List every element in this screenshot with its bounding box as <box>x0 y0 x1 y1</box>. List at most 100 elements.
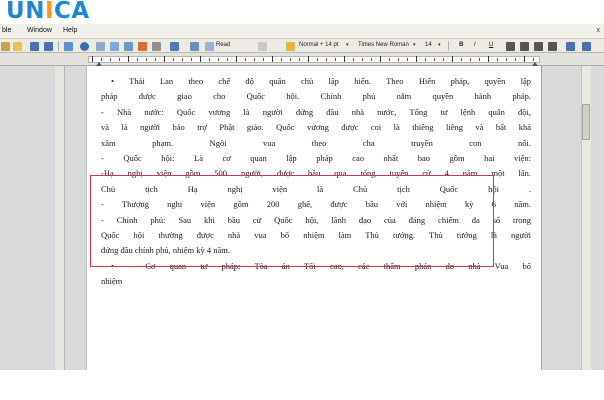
document-line: pháp được giao cho Quốc hội. Chính phủ n… <box>101 91 531 102</box>
ruler-tick <box>281 58 282 61</box>
ruler-tick <box>236 56 237 62</box>
ruler-tick <box>191 58 192 61</box>
ruler-tick <box>254 58 255 61</box>
ruler-tick <box>506 58 507 61</box>
ruler-tick <box>326 58 327 61</box>
ruler-tick <box>524 56 525 62</box>
align-right-icon[interactable] <box>534 42 543 51</box>
frame-bottom <box>0 370 604 400</box>
ruler-tick <box>227 58 228 61</box>
menu-item-window[interactable]: Window <box>27 27 52 34</box>
numbering-icon[interactable] <box>566 42 575 51</box>
vertical-ruler[interactable] <box>55 66 65 370</box>
ruler-tick <box>173 58 174 61</box>
ruler-tick <box>434 58 435 61</box>
document-icon[interactable] <box>258 42 267 51</box>
read-mode-icon <box>205 42 214 51</box>
ruler-tick <box>407 58 408 61</box>
ruler-tick <box>182 58 183 61</box>
columns-icon[interactable] <box>124 42 133 51</box>
ruler-tick <box>290 58 291 61</box>
menu-item-help[interactable]: Help <box>63 27 77 34</box>
ruler-tick <box>110 58 111 61</box>
ruler-tick <box>92 56 93 62</box>
insert-hyperlink-icon[interactable] <box>64 42 73 51</box>
align-center-icon[interactable] <box>520 42 529 51</box>
document-line: • Thái Lan theo chế độ quân chủ lập hiến… <box>111 76 531 86</box>
toolbar-separator <box>58 41 59 51</box>
logo-letter-c: C <box>54 0 72 24</box>
ruler-tick <box>380 56 381 62</box>
ruler-tick <box>470 58 471 61</box>
ruler-tick <box>263 58 264 61</box>
size-dropdown-icon[interactable]: ▾ <box>438 42 441 52</box>
ruler-tick <box>146 58 147 61</box>
ruler-tick <box>119 58 120 61</box>
ruler-tick <box>398 58 399 61</box>
ruler-tick <box>272 56 273 62</box>
ruler-tick <box>533 58 534 61</box>
logo-letter-i: I <box>44 0 54 24</box>
ruler-tick <box>416 56 417 62</box>
formatting-toolbar: Read Normal + 14 pt ▾ Times New Roman ▾ … <box>0 38 604 53</box>
document-line: - Quốc hội: Là cơ quan lập pháp cao nhất… <box>101 152 531 163</box>
ruler-tick <box>371 58 372 61</box>
horizontal-ruler[interactable] <box>0 53 604 66</box>
undo-icon[interactable] <box>30 42 39 51</box>
insert-table-icon[interactable] <box>110 42 119 51</box>
ruler-tick <box>101 58 102 61</box>
ruler-tick <box>155 58 156 61</box>
unica-logo: UNICA <box>6 0 90 24</box>
menu-item-table[interactable]: ble <box>2 27 11 34</box>
ruler-tick <box>218 58 219 61</box>
scrollbar-thumb[interactable] <box>582 104 590 140</box>
ruler-tick <box>479 58 480 61</box>
zoom-icon[interactable] <box>190 42 199 51</box>
align-left-icon[interactable] <box>506 42 515 51</box>
bold-button[interactable]: B <box>459 42 463 52</box>
styles-icon[interactable] <box>286 42 295 51</box>
ruler-tick <box>452 56 453 62</box>
ruler-tick <box>137 58 138 61</box>
ruler-tick <box>200 56 201 62</box>
document-line: và là người bảo trợ Phật giáo. Quốc vươn… <box>101 122 531 133</box>
toolbar-separator <box>448 41 449 51</box>
word-processor-window: ble Window Help x Read Normal + 14 pt ▾ … <box>0 24 604 370</box>
close-document-button[interactable]: x <box>597 27 601 34</box>
ruler-tick <box>164 56 165 62</box>
ruler-tick <box>317 58 318 61</box>
show-hide-icon[interactable] <box>170 42 179 51</box>
tables-icon[interactable] <box>96 42 105 51</box>
read-mode-button[interactable]: Read <box>216 42 230 52</box>
style-dropdown-icon[interactable]: ▾ <box>346 42 349 52</box>
document-line: - Nhà nước: Quốc vương là người đứng đầu… <box>101 106 531 117</box>
style-selector[interactable]: Normal + 14 pt <box>299 42 339 52</box>
bullets-icon[interactable] <box>582 42 591 51</box>
font-size-selector[interactable]: 14 <box>425 42 432 52</box>
ruler-tick <box>443 58 444 61</box>
ruler-tick <box>362 58 363 61</box>
document-map-icon[interactable] <box>152 42 161 51</box>
format-painter-icon[interactable] <box>13 42 22 51</box>
document-line: xâm phạm. Ngôi vua theo cha truyền con n… <box>101 137 531 148</box>
document-line: nhiệm <box>101 276 123 287</box>
font-selector[interactable]: Times New Roman <box>358 42 409 52</box>
ruler-tick <box>515 58 516 61</box>
ruler-tick <box>497 58 498 61</box>
justify-icon[interactable] <box>548 42 557 51</box>
cursor-icon[interactable] <box>80 42 89 51</box>
underline-button[interactable]: U <box>489 42 493 52</box>
font-dropdown-icon[interactable]: ▾ <box>413 42 416 52</box>
italic-button[interactable]: I <box>474 42 476 52</box>
ruler-tick <box>128 56 129 62</box>
paste-icon[interactable] <box>1 42 10 51</box>
ruler-tick <box>209 58 210 61</box>
brand-bar: UNICA <box>0 0 604 24</box>
drawing-icon[interactable] <box>138 42 147 51</box>
redo-icon[interactable] <box>44 42 53 51</box>
logo-letter-n: N <box>25 0 45 24</box>
ruler-tick <box>425 58 426 61</box>
ruler-tick <box>488 56 489 62</box>
ruler-tick <box>461 58 462 61</box>
logo-letter-a: A <box>71 0 90 24</box>
